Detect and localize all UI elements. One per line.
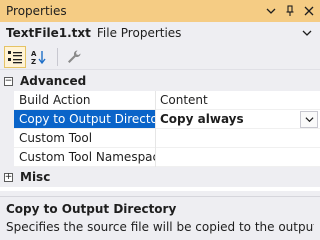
category-advanced[interactable]: − Advanced — [0, 71, 320, 91]
close-button[interactable] — [301, 3, 317, 19]
properties-toolbar: A Z — [0, 44, 320, 70]
window-title: Properties — [6, 4, 67, 18]
property-value[interactable] — [156, 129, 320, 148]
object-dropdown-button[interactable] — [298, 24, 316, 42]
chevron-down-icon — [266, 8, 276, 14]
property-name: Custom Tool Namespace — [14, 148, 155, 167]
title-bar: Properties — [0, 0, 320, 22]
window-position-dropdown-button[interactable] — [263, 3, 279, 19]
object-selector[interactable]: TextFile1.txt File Properties — [0, 22, 320, 44]
property-row-build-action[interactable]: Build Action Content — [0, 91, 320, 110]
categorized-button[interactable] — [4, 45, 26, 68]
description-text: Specifies the source file will be copied… — [6, 220, 314, 234]
object-name: TextFile1.txt — [6, 26, 91, 40]
property-row-copy-to-output-directory[interactable]: Copy to Output Directory Copy always — [0, 110, 320, 129]
description-title: Copy to Output Directory — [6, 202, 177, 216]
collapse-icon[interactable]: − — [4, 76, 13, 86]
chevron-down-icon — [304, 116, 314, 122]
property-value[interactable] — [156, 148, 320, 167]
object-type: File Properties — [96, 26, 182, 40]
expand-icon[interactable]: + — [4, 172, 13, 182]
toolbar-separator — [57, 47, 58, 66]
chevron-down-icon — [302, 30, 312, 36]
category-label: Misc — [20, 170, 51, 184]
property-grid: − Advanced Build Action Content Copy to … — [0, 71, 320, 191]
property-row-custom-tool-namespace[interactable]: Custom Tool Namespace — [0, 148, 320, 167]
category-label: Advanced — [20, 74, 87, 88]
property-name: Custom Tool — [14, 129, 155, 148]
alphabetical-button[interactable]: A Z — [28, 46, 50, 68]
property-value: Copy always — [160, 112, 244, 126]
value-dropdown-button[interactable] — [300, 110, 318, 128]
svg-text:A: A — [31, 50, 37, 58]
wrench-icon — [68, 49, 81, 63]
auto-hide-pin-button[interactable] — [282, 3, 298, 19]
description-panel: Copy to Output Directory Specifies the s… — [0, 196, 320, 240]
svg-text:Z: Z — [31, 58, 36, 65]
property-value-dropdown[interactable]: Copy always — [156, 110, 320, 129]
alphabetical-sort-icon: A Z — [31, 50, 46, 65]
pin-icon — [286, 5, 294, 16]
category-misc[interactable]: + Misc — [0, 167, 320, 187]
categorized-view-icon — [8, 50, 22, 63]
close-icon — [304, 6, 314, 16]
property-name: Build Action — [14, 91, 155, 110]
property-pages-button[interactable] — [63, 46, 85, 68]
property-row-custom-tool[interactable]: Custom Tool — [0, 129, 320, 148]
property-name: Copy to Output Directory — [14, 110, 155, 129]
property-value[interactable]: Content — [156, 91, 320, 110]
